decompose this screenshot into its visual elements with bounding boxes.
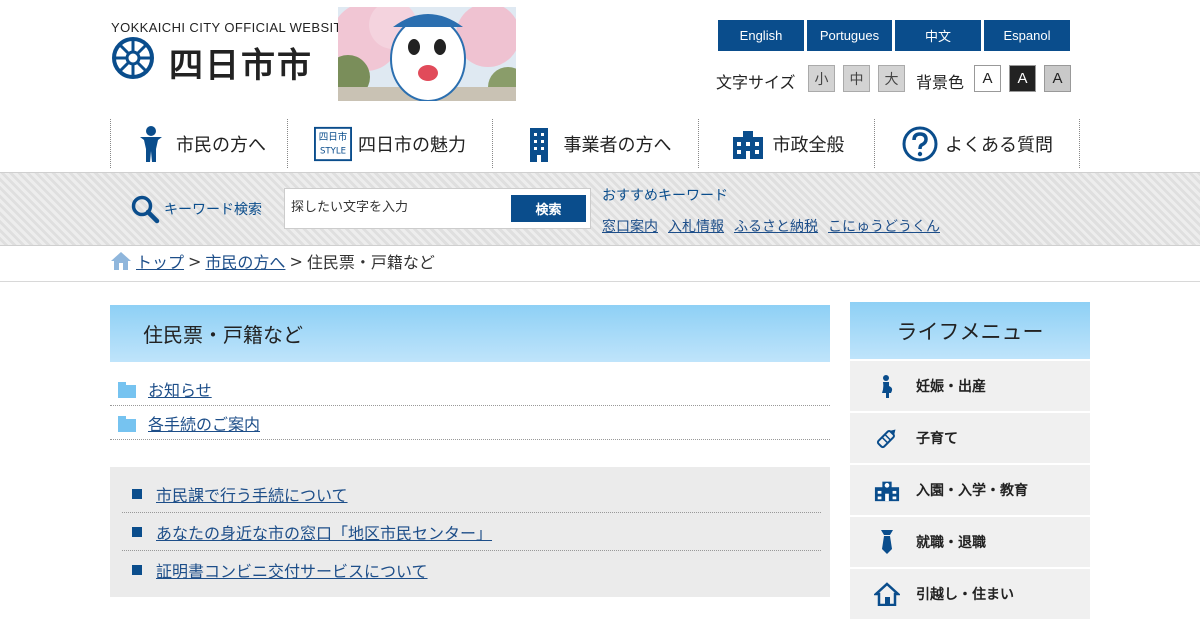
life-menu-label: 就職・退職 [916,535,986,551]
life-menu-label: 入園・入学・教育 [916,483,1028,499]
keyword-search-label: キーワード検索 [130,194,262,224]
list-item: お知らせ [110,372,830,406]
life-menu-item-pregnancy[interactable]: 妊娠・出産 [850,361,1090,411]
list-item: あなたの身近な市の窓口「地区市民センター」 [122,513,821,551]
nav-label: 事業者の方へ [563,134,672,156]
search-button[interactable]: 検索 [511,195,586,222]
bg-color-black-button[interactable]: A [1009,65,1036,92]
breadcrumb-parent-link[interactable]: 市民の方へ [205,249,285,273]
nav-item-attractions[interactable]: 四日市 STYLE 四日市の魅力 [287,119,492,168]
pregnant-woman-icon [874,373,900,399]
search-input[interactable] [291,200,501,215]
font-size-small-button[interactable]: 小 [808,65,835,92]
nav-item-business[interactable]: 事業者の方へ [492,119,698,168]
font-size-large-button[interactable]: 大 [878,65,905,92]
divider [0,281,1200,282]
breadcrumb-home-link[interactable]: トップ [136,249,184,273]
nav-label: 市政全般 [772,134,845,156]
life-menu-item-childcare[interactable]: 子育て [850,413,1090,463]
breadcrumb-current: 住民票・戸籍など [306,253,435,272]
page-link[interactable]: 市民課で行う手続について [156,482,348,506]
life-menu-label: 子育て [916,431,958,447]
search-box: 検索 [284,188,591,229]
yokkaichi-style-icon: 四日市 STYLE [314,125,352,163]
recommended-keyword-link[interactable]: ふるさと納税 [734,216,818,236]
language-english-button[interactable]: English [718,20,804,51]
breadcrumb: トップ > 市民の方へ > 住民票・戸籍など [110,250,435,272]
keyword-search-text: キーワード検索 [164,202,262,218]
category-list: お知らせ 各手続のご案内 [110,372,830,440]
recommended-keyword-link[interactable]: 入札情報 [668,216,724,236]
recommended-keyword-link[interactable]: こにゅうどうくん [828,216,940,236]
language-spanish-button[interactable]: Espanol [984,20,1070,51]
page-title: 住民票・戸籍など [143,323,303,347]
style-icon-bottom-text: STYLE [320,146,346,156]
life-menu: 妊娠・出産 子育て 入園・入学・教育 就職・退職 引越し・住まい [850,361,1090,621]
life-menu-item-housing[interactable]: 引越し・住まい [850,569,1090,619]
list-item: 証明書コンビニ交付サービスについて [122,551,821,589]
city-emblem-icon [112,37,154,79]
list-item: 各手続のご案内 [110,406,830,440]
life-menu-label: 妊娠・出産 [916,379,986,395]
language-chinese-button[interactable]: 中文 [895,20,981,51]
bullet-square-icon [132,526,142,537]
office-building-icon [520,125,558,163]
life-menu-item-employment[interactable]: 就職・退職 [850,517,1090,567]
recommended-keyword-link[interactable]: 窓口案内 [602,216,658,236]
folder-icon [118,416,136,432]
logo-english-text: YOKKAICHI CITY OFFICIAL WEBSITE [111,20,351,35]
question-mark-icon [901,125,939,163]
baby-bottle-icon [874,425,900,451]
category-link[interactable]: 各手続のご案内 [148,411,260,435]
city-hall-icon [729,125,767,163]
home-icon [111,252,131,270]
breadcrumb-separator: > [289,251,303,271]
header-mascot-photo [338,7,516,101]
list-item: 市民課で行う手続について [122,475,821,513]
logo-japanese-text: 四日市市 [169,46,313,86]
life-menu-label: 引越し・住まい [916,587,1014,603]
house-icon [874,581,900,607]
bullet-square-icon [132,565,142,575]
necktie-icon [874,529,900,555]
bullet-square-icon [132,488,142,499]
nav-label: 市民の方へ [176,134,266,156]
page-title-bar: 住民票・戸籍など [110,305,830,362]
nav-label: 四日市の魅力 [358,134,466,156]
bg-color-white-button[interactable]: A [974,65,1001,92]
nav-item-faq[interactable]: よくある質問 [874,119,1080,168]
category-link[interactable]: お知らせ [148,377,212,401]
nav-label: よくある質問 [945,134,1053,156]
nav-item-citizens[interactable]: 市民の方へ [110,119,287,168]
page-link[interactable]: 証明書コンビニ交付サービスについて [156,558,428,582]
search-icon [131,195,160,224]
global-nav: 市民の方へ 四日市 STYLE 四日市の魅力 事業者の方へ 市政全般 よくある質… [110,119,1080,168]
breadcrumb-separator: > [188,251,202,271]
style-icon-top-text: 四日市 [319,131,348,143]
school-icon [874,477,900,503]
life-menu-item-education[interactable]: 入園・入学・教育 [850,465,1090,515]
page-link-box: 市民課で行う手続について あなたの身近な市の窓口「地区市民センター」 証明書コン… [110,467,830,597]
recommended-keywords: 窓口案内 入札情報 ふるさと納税 こにゅうどうくん [602,216,940,236]
bg-color-gray-button[interactable]: A [1044,65,1071,92]
life-menu-title: ライフメニュー [850,302,1090,359]
site-logo[interactable]: YOKKAICHI CITY OFFICIAL WEBSITE 四日市市 [111,18,351,88]
language-portuguese-button[interactable]: Portugues [807,20,892,51]
person-icon [132,125,170,163]
page-link[interactable]: あなたの身近な市の窓口「地区市民センター」 [156,520,492,544]
font-size-label: 文字サイズ [716,73,796,92]
font-size-medium-button[interactable]: 中 [843,65,870,92]
recommended-keywords-title: おすすめキーワード [602,188,728,204]
folder-icon [118,382,136,398]
nav-item-city-admin[interactable]: 市政全般 [698,119,874,168]
bg-color-label: 背景色 [916,73,965,92]
